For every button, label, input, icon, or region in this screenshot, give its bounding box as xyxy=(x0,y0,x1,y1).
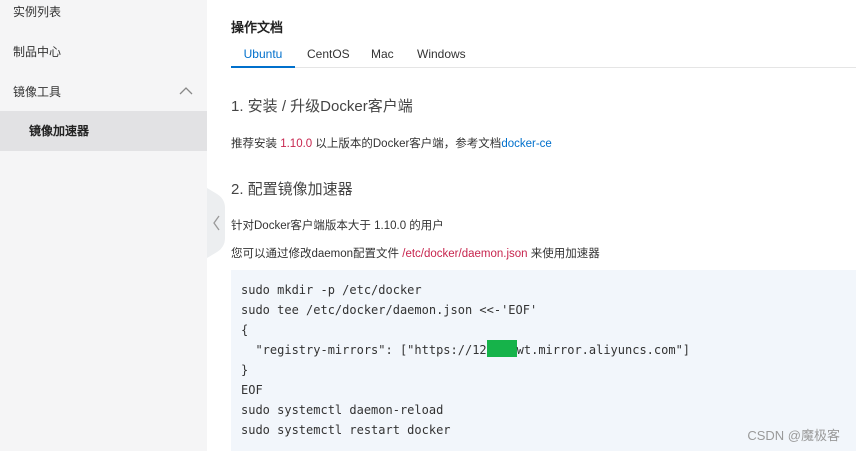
sidebar-item-label: 制品中心 xyxy=(13,45,62,59)
code-text: wt.mirror.aliyuncs.com"] xyxy=(516,343,691,357)
code-line: sudo mkdir -p /etc/docker xyxy=(241,283,422,297)
sidebar-item-image-accelerator[interactable]: 镜像加速器 xyxy=(0,111,207,151)
main-content: 操作文档 Ubuntu CentOS Mac Windows 1. 安装 / 升… xyxy=(231,0,856,451)
docker-ce-link[interactable]: docker-ce xyxy=(501,138,552,150)
code-line: sudo systemctl daemon-reload xyxy=(241,403,444,417)
sidebar-item-image-tools[interactable]: 镜像工具 xyxy=(0,72,207,112)
tab-mac[interactable]: Mac xyxy=(371,42,394,68)
watermark: CSDN @魔极客 xyxy=(747,428,840,443)
sidebar-item-label: 实例列表 xyxy=(13,5,62,19)
version-requirement-text: 针对Docker客户端版本大于 1.10.0 的用户 xyxy=(231,220,444,232)
install-instruction: 推荐安装 1.10.0 以上版本的Docker客户端，参考文档docker-ce xyxy=(231,135,552,151)
version-highlight: 1.10.0 xyxy=(280,138,313,150)
sidebar-item-instance-list[interactable]: 实例列表 xyxy=(0,0,207,32)
code-block[interactable]: sudo mkdir -p /etc/docker sudo tee /etc/… xyxy=(231,270,856,451)
code-line: EOF xyxy=(241,383,263,397)
tab-windows[interactable]: Windows xyxy=(417,42,466,68)
collapse-sidebar-handle[interactable] xyxy=(207,188,231,258)
instruction-text: 推荐安装 xyxy=(231,138,281,150)
code-text: "registry-mirrors": ["https://12 xyxy=(241,343,487,357)
instruction-text: 来使用加速器 xyxy=(527,248,600,260)
instruction-text: 您可以通过修改daemon配置文件 xyxy=(231,248,403,260)
sidebar-item-label: 镜像加速器 xyxy=(29,124,90,138)
config-instruction: 您可以通过修改daemon配置文件 /etc/docker/daemon.jso… xyxy=(231,245,600,261)
section-heading-accelerator: 2. 配置镜像加速器 xyxy=(231,181,353,198)
section-heading-install: 1. 安装 / 升级Docker客户端 xyxy=(231,98,413,115)
page-title: 操作文档 xyxy=(231,20,284,35)
config-path: /etc/docker/daemon.json xyxy=(402,248,528,260)
sidebar: 实例列表 制品中心 镜像工具 镜像加速器 xyxy=(0,0,207,451)
code-line-mirror: "registry-mirrors": ["https://12 wt.mirro… xyxy=(241,340,856,360)
tab-centos[interactable]: CentOS xyxy=(307,42,350,68)
instruction-text: 以上版本的Docker客户端，参考文档 xyxy=(312,138,502,150)
sidebar-item-label: 镜像工具 xyxy=(13,85,62,99)
os-tabs: Ubuntu CentOS Mac Windows xyxy=(231,42,856,68)
code-line: } xyxy=(241,363,249,377)
chevron-up-icon[interactable] xyxy=(179,86,193,96)
code-line: { xyxy=(241,323,249,337)
redaction-mark xyxy=(486,340,517,357)
tab-ubuntu[interactable]: Ubuntu xyxy=(231,42,295,68)
sidebar-item-artifact-center[interactable]: 制品中心 xyxy=(0,32,207,72)
code-line: sudo tee /etc/docker/daemon.json <<-'EOF… xyxy=(241,303,538,317)
